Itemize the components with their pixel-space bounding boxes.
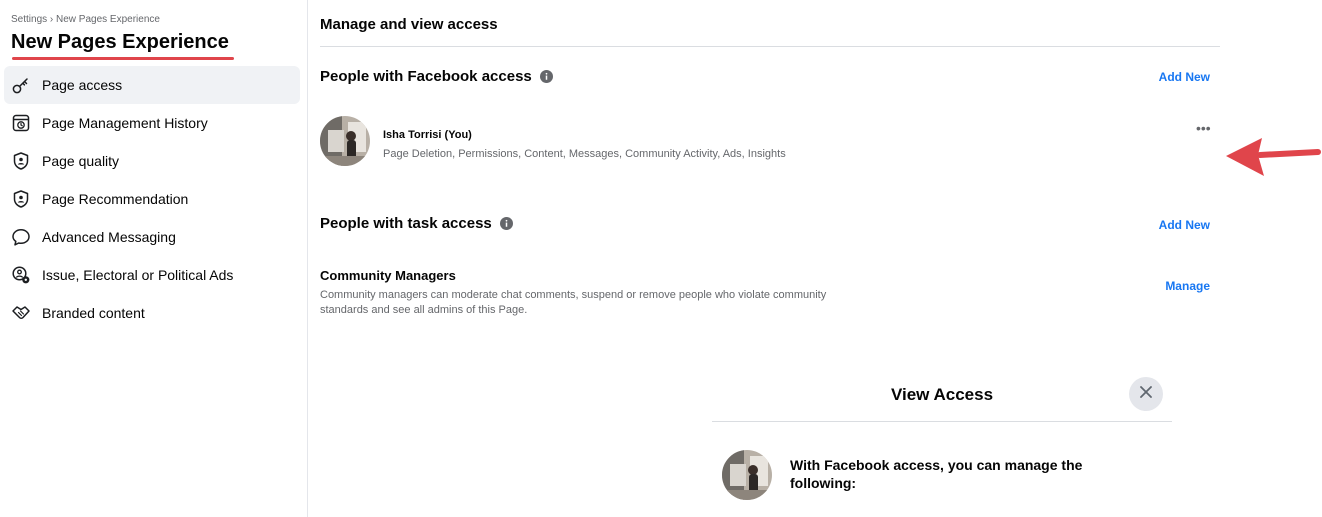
annotation-underline	[12, 57, 234, 60]
sidebar-item-label: Page quality	[42, 153, 120, 169]
handshake-icon	[10, 302, 32, 324]
key-icon	[10, 74, 32, 96]
shield-person-icon	[10, 150, 32, 172]
avatar	[722, 450, 772, 500]
panel-title: View Access	[890, 385, 994, 404]
view-access-panel: View Access With Facebook access, you ca…	[712, 366, 1172, 517]
community-managers-description: Community managers can moderate chat com…	[320, 289, 827, 316]
person-permissions: Page Deletion, Permissions, Content, Mes…	[383, 148, 786, 160]
annotation-arrow	[1226, 138, 1321, 176]
task-access-heading: People with task access	[320, 215, 513, 232]
panel-description: With Facebook access, you can manage the…	[790, 457, 1083, 491]
breadcrumb[interactable]: Settings › New Pages Experience	[11, 14, 160, 25]
community-managers-title: Community Managers	[320, 268, 456, 283]
sidebar-item-label: Page Recommendation	[42, 191, 189, 207]
facebook-access-title: People with Facebook access	[320, 68, 532, 85]
sidebar-item-label: Page Management History	[42, 115, 208, 131]
history-icon	[10, 112, 32, 134]
avatar[interactable]	[320, 116, 370, 166]
sidebar-item-label: Issue, Electoral or Political Ads	[42, 267, 234, 283]
settings-sidebar: Settings › New Pages Experience New Page…	[0, 0, 308, 517]
sidebar-nav: Page access Page Management History Page…	[4, 66, 300, 332]
add-facebook-access-button[interactable]: Add New	[1159, 70, 1210, 84]
info-icon[interactable]	[499, 217, 513, 230]
sidebar-item-label: Page access	[42, 77, 123, 93]
sidebar-item-branded-content[interactable]: Branded content	[4, 294, 300, 332]
sidebar-item-label: Branded content	[42, 305, 145, 321]
add-task-access-button[interactable]: Add New	[1159, 218, 1210, 232]
section-heading: Manage and view access	[320, 16, 498, 33]
sidebar-item-label: Advanced Messaging	[42, 229, 176, 245]
page-title: New Pages Experience	[11, 31, 229, 53]
divider	[712, 421, 1172, 422]
more-options-button[interactable]: •••	[1196, 120, 1211, 136]
sidebar-item-page-access[interactable]: Page access	[4, 66, 300, 104]
info-icon[interactable]	[539, 70, 553, 83]
manage-community-managers-button[interactable]: Manage	[1165, 279, 1210, 293]
shield-person-icon	[10, 188, 32, 210]
speech-bubble-icon	[10, 226, 32, 248]
sidebar-item-advanced-messaging[interactable]: Advanced Messaging	[4, 218, 300, 256]
person-name: Isha Torrisi (You)	[383, 129, 472, 141]
sidebar-item-page-management-history[interactable]: Page Management History	[4, 104, 300, 142]
sidebar-item-political-ads[interactable]: Issue, Electoral or Political Ads	[4, 256, 300, 294]
facebook-access-heading: People with Facebook access	[320, 68, 553, 85]
close-icon	[1138, 384, 1154, 405]
close-button[interactable]	[1129, 377, 1163, 411]
task-access-title: People with task access	[320, 215, 492, 232]
sidebar-item-page-recommendation[interactable]: Page Recommendation	[4, 180, 300, 218]
person-row: Isha Torrisi (You) Page Deletion, Permis…	[320, 116, 1220, 168]
divider	[320, 46, 1220, 47]
ads-settings-icon	[10, 264, 32, 286]
sidebar-item-page-quality[interactable]: Page quality	[4, 142, 300, 180]
